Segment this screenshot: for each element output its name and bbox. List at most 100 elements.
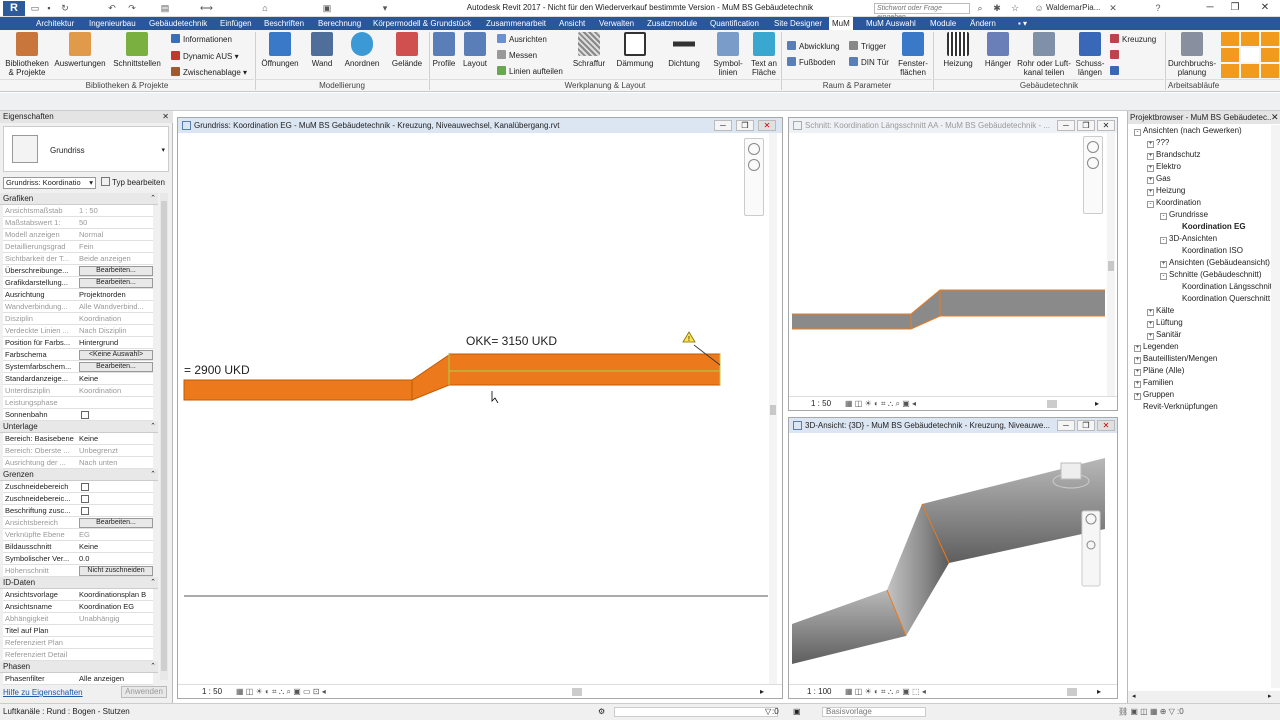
dichtung-button[interactable]: Dichtung	[663, 32, 705, 68]
property-value[interactable]: 0.0	[79, 553, 153, 565]
property-row[interactable]: Detaillierungsgrad Fein	[3, 241, 153, 253]
browser-item[interactable]: + Pläne (Alle)	[1134, 365, 1184, 377]
expand-icon[interactable]: +	[1134, 381, 1141, 388]
horizontal-scroll-thumb[interactable]	[1047, 400, 1057, 408]
close-icon[interactable]: ✕	[758, 120, 776, 131]
browser-item[interactable]: -3D-Ansichten	[1160, 233, 1217, 245]
help-icon[interactable]: ?	[1153, 3, 1163, 13]
view-scale[interactable]: 1 : 50	[202, 685, 222, 699]
property-row[interactable]: Ausrichtung der ... Nach unten	[3, 457, 153, 469]
property-row[interactable]: Ansichtsname Koordination EG	[3, 601, 153, 613]
collapse-icon[interactable]: -	[1134, 129, 1141, 136]
ausrichten-button[interactable]: Ausrichten	[497, 34, 547, 44]
vertical-scrollbar[interactable]	[769, 133, 777, 685]
communication-icon[interactable]: ☆	[1010, 3, 1020, 13]
property-row[interactable]: Bereich: Basisebene Keine	[3, 433, 153, 445]
browser-hscroll[interactable]: ◂ ▸	[1128, 691, 1280, 703]
abwicklung-button[interactable]: Abwicklung	[787, 41, 839, 51]
warning-icon[interactable]: !	[682, 331, 696, 343]
browser-item[interactable]: + Familien	[1134, 377, 1173, 389]
property-row[interactable]: Zuschneidebereich	[3, 481, 153, 493]
expand-icon[interactable]: +	[1147, 177, 1154, 184]
property-value[interactable]: Normal	[79, 229, 153, 241]
schnittstellen-button[interactable]: Schnittstellen	[110, 32, 164, 68]
selection-toggles-icon[interactable]: ⛓ ▣ ◫ ▦ ⊕ ▽ :0	[1118, 704, 1184, 720]
teilen-button[interactable]: Rohr oder Luft-kanal teilen	[1016, 32, 1072, 77]
property-value[interactable]: Keine	[79, 433, 153, 445]
section-header-phasen[interactable]: Phasen ⌃	[0, 661, 158, 673]
property-row[interactable]: Standardanzeige... Keine	[3, 373, 153, 385]
browser-item[interactable]: Revit-Verknüpfungen	[1134, 401, 1218, 413]
browser-item[interactable]: Koordination EG	[1173, 221, 1246, 233]
property-row[interactable]: Farbschema <Keine Auswahl>	[3, 349, 153, 361]
haenger-button[interactable]: Hänger	[981, 32, 1015, 68]
property-row[interactable]: Sonnenbahn	[3, 409, 153, 421]
property-row[interactable]: Leistungsphase	[3, 397, 153, 409]
apply-button[interactable]: Anwenden	[121, 686, 167, 698]
expand-icon[interactable]: +	[1134, 357, 1141, 364]
tab-zusatzmodule[interactable]: Zusatzmodule	[647, 17, 697, 30]
durchbruchsplanung-button[interactable]: Durchbruchs-planung	[1166, 32, 1218, 77]
view-scale[interactable]: 1 : 100	[807, 685, 831, 699]
workset-dropdown[interactable]	[614, 707, 778, 717]
property-edit-button[interactable]: <Keine Auswahl>	[79, 350, 153, 360]
property-edit-button[interactable]: Bearbeiten...	[79, 362, 153, 372]
fensterflaechen-button[interactable]: Fenster-flächen	[896, 32, 930, 77]
close-icon[interactable]: ✕	[1255, 1, 1275, 15]
property-row[interactable]: Titel auf Plan	[3, 625, 153, 637]
close-icon[interactable]: ✕	[1097, 120, 1115, 131]
browser-item[interactable]: + Elektro	[1147, 161, 1181, 173]
chevron-right-icon[interactable]: ▸	[760, 685, 764, 699]
property-row[interactable]: Beschriftung zusc...	[3, 505, 153, 517]
tool-b-button[interactable]	[1110, 66, 1122, 76]
property-value[interactable]: 1 : 50	[79, 205, 153, 217]
property-row[interactable]: Ansichtsmaßstab 1 : 50	[3, 205, 153, 217]
property-edit-button[interactable]: Bearbeiten...	[79, 278, 153, 288]
vertical-scrollbar[interactable]	[1107, 433, 1115, 684]
property-row[interactable]: Referenziert Detail	[3, 649, 153, 661]
property-row[interactable]: Position für Farbs... Hintergrund	[3, 337, 153, 349]
minimize-icon[interactable]: ─	[1057, 420, 1075, 431]
fussboden-button[interactable]: Fußboden	[787, 57, 835, 67]
browser-item[interactable]: Koordination Längsschnitt	[1173, 281, 1274, 293]
din-tuer-button[interactable]: DIN Tür	[849, 57, 889, 67]
property-value[interactable]: Fein	[79, 241, 153, 253]
tool-a-button[interactable]	[1110, 50, 1122, 60]
gelaende-button[interactable]: Gelände	[388, 32, 426, 68]
symbollinien-button[interactable]: Symbol-linien	[709, 32, 747, 77]
section-header-id[interactable]: ID-Daten ⌃	[0, 577, 158, 589]
expand-icon[interactable]: +	[1134, 393, 1141, 400]
tab-koerpermodell[interactable]: Körpermodell & Grundstück	[373, 17, 471, 30]
tab-beschriften[interactable]: Beschriften	[264, 17, 304, 30]
maximize-icon[interactable]: ❐	[736, 120, 754, 131]
browser-item[interactable]: + Ansichten (Gebäudeansicht)	[1160, 257, 1270, 269]
expand-icon[interactable]: +	[1147, 309, 1154, 316]
tab-gebaeudetechnik[interactable]: Gebäudetechnik	[149, 17, 207, 30]
properties-scrollbar[interactable]	[160, 193, 168, 680]
browser-item[interactable]: +???	[1147, 137, 1169, 149]
text-an-flaeche-button[interactable]: Text an Fläche	[748, 32, 780, 77]
horizontal-scroll-thumb[interactable]	[572, 688, 582, 696]
view-control-icons[interactable]: ▦ ◫ ☀ ◐ ⌗ ⛬ ⌕ ▣ ⬚ ◂	[845, 685, 926, 699]
view-control-icons[interactable]: ▦ ◫ ☀ ◐ ⌗ ⛬ ⌕ ▣ ▭ ⊡ ◂	[236, 685, 326, 699]
tab-mum-auswahl[interactable]: MuM Auswahl	[866, 17, 916, 30]
dynamic-aus-button[interactable]: Dynamic AUS ▾	[171, 51, 239, 61]
expand-icon[interactable]: +	[1160, 261, 1167, 268]
property-row[interactable]: Bereich: Oberste ... Unbegrenzt	[3, 445, 153, 457]
close-icon[interactable]: ✕	[162, 111, 169, 123]
user-name[interactable]: WaldemarPia...	[1046, 3, 1100, 12]
property-row[interactable]: Unterdisziplin Koordination	[3, 385, 153, 397]
property-value[interactable]: Nach Disziplin	[79, 325, 153, 337]
close-icon[interactable]: ✕	[1271, 112, 1279, 123]
auswertungen-button[interactable]: Auswertungen	[54, 32, 106, 68]
property-row[interactable]: Grafikdarstellung... Bearbeiten...	[3, 277, 153, 289]
filter-icon[interactable]: ▽	[765, 704, 771, 720]
maximize-icon[interactable]: ❐	[1077, 420, 1095, 431]
property-row[interactable]: Symbolischer Ver... 0.0	[3, 553, 153, 565]
wand-button[interactable]: Wand	[305, 32, 339, 68]
property-value[interactable]: Keine	[79, 541, 153, 553]
close-icon[interactable]: ✕	[1097, 420, 1115, 431]
property-row[interactable]: Modell anzeigen Normal	[3, 229, 153, 241]
property-edit-button[interactable]: Nicht zuschneiden	[79, 566, 153, 576]
property-value[interactable]: Nach unten	[79, 457, 153, 469]
